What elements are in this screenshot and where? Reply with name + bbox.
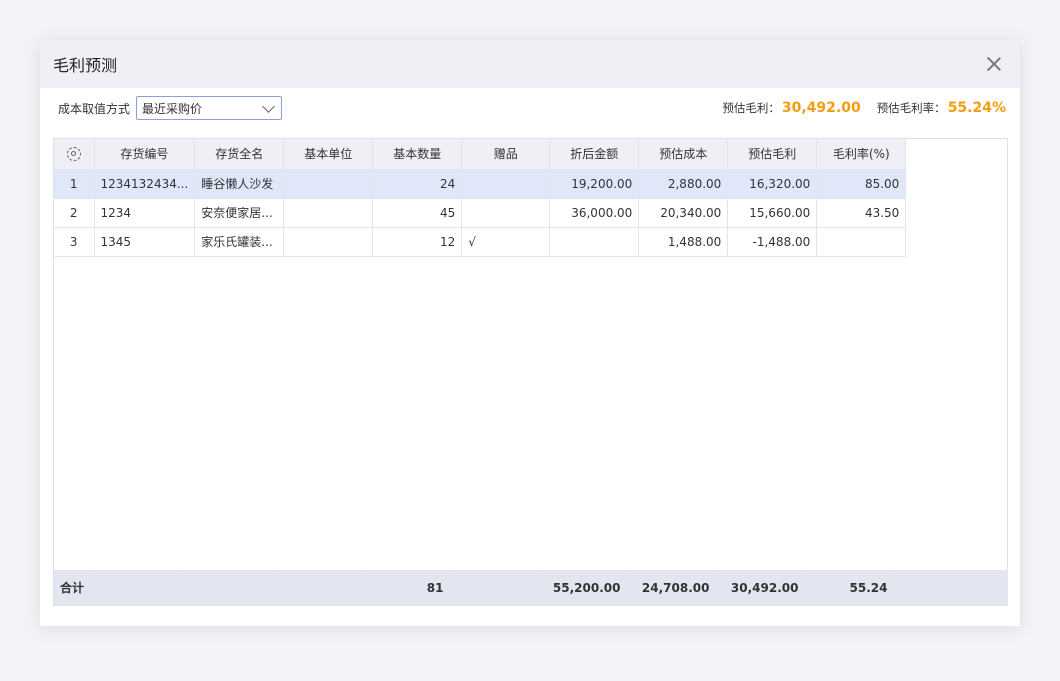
cell-profit[interactable]: 15,660.00 bbox=[727, 198, 818, 228]
close-icon[interactable] bbox=[984, 54, 1004, 74]
cell-rate[interactable] bbox=[816, 227, 907, 257]
cell-item-code[interactable]: 1234132434... bbox=[94, 169, 196, 199]
cell-profit[interactable]: 16,320.00 bbox=[727, 169, 818, 199]
table-row[interactable]: 1 1234132434... 睡谷懒人沙发 24 19,200.00 2,88… bbox=[54, 169, 907, 199]
cell-qty[interactable]: 45 bbox=[372, 198, 463, 228]
dialog-title: 毛利预测 bbox=[53, 56, 118, 75]
totals-empty bbox=[94, 570, 184, 605]
col-header-amount[interactable]: 折后金额 bbox=[549, 139, 640, 170]
toolbar: 成本取值方式 最近采购价 预估毛利： 30,492.00 预估毛利率： 55.2… bbox=[40, 88, 1020, 128]
cell-qty[interactable]: 12 bbox=[372, 227, 463, 257]
gross-profit-forecast-dialog: 毛利预测 成本取值方式 最近采购价 预估毛利： 30,492.00 预估毛利率：… bbox=[40, 40, 1020, 626]
col-header-unit[interactable]: 基本单位 bbox=[283, 139, 374, 170]
cell-unit[interactable] bbox=[283, 198, 374, 228]
totals-qty: 81 bbox=[361, 570, 451, 605]
cell-cost[interactable]: 20,340.00 bbox=[638, 198, 729, 228]
col-header-item-code[interactable]: 存货编号 bbox=[94, 139, 196, 170]
cost-method-value: 最近采购价 bbox=[142, 101, 203, 116]
table-row[interactable]: 3 1345 家乐氏罐装... 12 √ 1,488.00 -1,488.00 bbox=[54, 227, 907, 257]
cell-gift[interactable] bbox=[461, 169, 551, 199]
totals-empty bbox=[272, 570, 362, 605]
totals-cost: 24,708.00 bbox=[627, 570, 717, 605]
totals-label: 合计 bbox=[54, 570, 95, 605]
cell-amount[interactable] bbox=[549, 227, 640, 257]
cell-amount[interactable]: 19,200.00 bbox=[549, 169, 640, 199]
est-rate: 预估毛利率： 55.24% bbox=[877, 100, 1006, 116]
totals-profit: 30,492.00 bbox=[716, 570, 806, 605]
row-index: 2 bbox=[54, 198, 95, 228]
col-header-rate[interactable]: 毛利率(%) bbox=[816, 139, 907, 170]
cell-rate[interactable]: 43.50 bbox=[816, 198, 907, 228]
cell-unit[interactable] bbox=[283, 169, 374, 199]
cell-amount[interactable]: 36,000.00 bbox=[549, 198, 640, 228]
cell-item-name[interactable]: 安奈便家居... bbox=[194, 198, 285, 228]
totals-amount: 55,200.00 bbox=[538, 570, 628, 605]
est-rate-value: 55.24% bbox=[947, 100, 1006, 116]
col-header-qty[interactable]: 基本数量 bbox=[372, 139, 463, 170]
totals-empty bbox=[450, 570, 539, 605]
totals-row: 合计 81 55,200.00 24,708.00 30,492.00 55.2… bbox=[54, 570, 1008, 605]
gear-icon[interactable] bbox=[66, 147, 81, 161]
table-row[interactable]: 2 1234 安奈便家居... 45 36,000.00 20,340.00 1… bbox=[54, 198, 907, 228]
cell-cost[interactable]: 1,488.00 bbox=[638, 227, 729, 257]
row-index: 3 bbox=[54, 227, 95, 257]
cell-unit[interactable] bbox=[283, 227, 374, 257]
totals-row-table: 合计 81 55,200.00 24,708.00 30,492.00 55.2… bbox=[54, 570, 1008, 605]
chevron-down-icon bbox=[262, 99, 275, 113]
cell-item-name[interactable]: 家乐氏罐装... bbox=[194, 227, 285, 257]
column-settings[interactable] bbox=[54, 139, 95, 170]
totals-empty bbox=[183, 570, 273, 605]
cell-gift[interactable] bbox=[461, 198, 551, 228]
forecast-table: 存货编号 存货全名 基本单位 基本数量 赠品 折后金额 预估成本 预估毛利 毛利… bbox=[53, 138, 1008, 606]
cell-gift[interactable]: √ bbox=[461, 227, 551, 257]
cell-cost[interactable]: 2,880.00 bbox=[638, 169, 729, 199]
col-header-profit[interactable]: 预估毛利 bbox=[727, 139, 818, 170]
cost-method-select[interactable]: 最近采购价 bbox=[136, 96, 283, 120]
cell-profit[interactable]: -1,488.00 bbox=[727, 227, 818, 257]
cell-item-code[interactable]: 1345 bbox=[94, 227, 196, 257]
cell-item-code[interactable]: 1234 bbox=[94, 198, 196, 228]
cell-item-name[interactable]: 睡谷懒人沙发 bbox=[194, 169, 285, 199]
est-profit: 预估毛利： 30,492.00 bbox=[722, 100, 860, 116]
cost-method-label: 成本取值方式 bbox=[58, 101, 131, 116]
col-header-item-name[interactable]: 存货全名 bbox=[194, 139, 285, 170]
est-profit-label: 预估毛利： bbox=[722, 101, 780, 115]
est-rate-label: 预估毛利率： bbox=[876, 101, 946, 115]
row-index: 1 bbox=[54, 169, 95, 199]
cell-rate[interactable]: 85.00 bbox=[816, 169, 907, 199]
table-header-row: 存货编号 存货全名 基本单位 基本数量 赠品 折后金额 预估成本 预估毛利 毛利… bbox=[54, 139, 907, 170]
est-profit-value: 30,492.00 bbox=[781, 100, 861, 116]
col-header-cost[interactable]: 预估成本 bbox=[638, 139, 729, 170]
forecast-grid: 存货编号 存货全名 基本单位 基本数量 赠品 折后金额 预估成本 预估毛利 毛利… bbox=[54, 139, 907, 257]
totals-rate: 55.24 bbox=[805, 570, 895, 605]
cell-qty[interactable]: 24 bbox=[372, 169, 463, 199]
summary: 预估毛利： 30,492.00 预估毛利率： 55.24% bbox=[722, 88, 1006, 128]
totals-empty bbox=[894, 570, 1008, 605]
col-header-gift[interactable]: 赠品 bbox=[461, 139, 551, 170]
dialog-titlebar: 毛利预测 bbox=[40, 40, 1020, 88]
